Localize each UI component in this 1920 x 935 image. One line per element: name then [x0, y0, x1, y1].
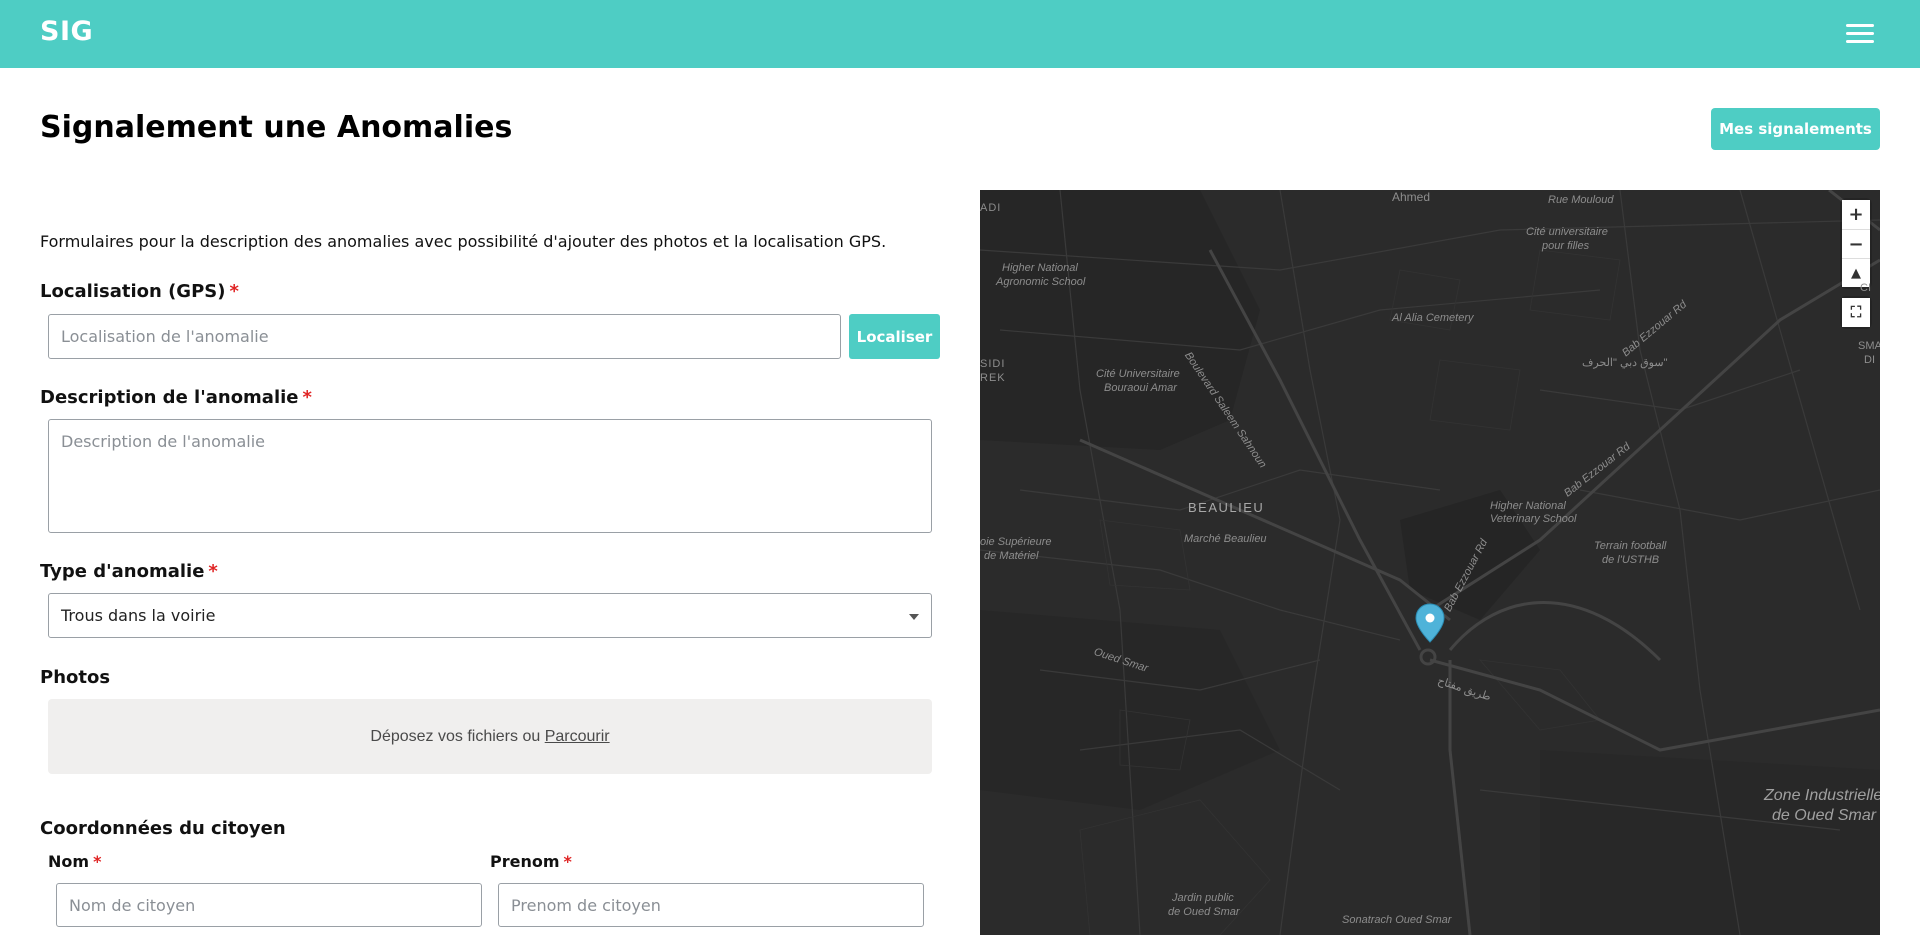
map-label: Jardin public	[1172, 892, 1234, 904]
prenom-input[interactable]	[498, 883, 924, 927]
map-label: Bouraoui Amar	[1104, 382, 1177, 394]
map-label: Marché Beaulieu	[1184, 533, 1267, 545]
map-label: Agronomic School	[996, 276, 1086, 288]
required-mark: *	[229, 281, 239, 302]
required-mark: *	[563, 852, 572, 871]
map-label: Rue Mouloud	[1548, 194, 1614, 206]
top-bar: SIG	[0, 0, 1920, 68]
map-label: de Oued Smar	[1772, 807, 1877, 824]
prenom-label: Prenom *	[490, 852, 572, 871]
map-label: de Matériel	[984, 550, 1039, 562]
description-label-text: Description de l'anomalie	[40, 387, 299, 408]
caret-down-icon	[909, 614, 919, 620]
map-label: سوق دبي "الحرف"	[1582, 357, 1668, 369]
nom-label-text: Nom	[48, 852, 90, 871]
hamburger-icon[interactable]	[1846, 24, 1874, 44]
map-label: DI	[1864, 354, 1875, 366]
map-label: oie Supérieure	[980, 536, 1052, 548]
map-roads	[980, 190, 1880, 935]
browse-link[interactable]: Parcourir	[545, 728, 610, 745]
required-mark: *	[93, 852, 102, 871]
required-mark: *	[302, 387, 312, 408]
map-label: Veterinary School	[1490, 513, 1577, 525]
prenom-label-text: Prenom	[490, 852, 560, 871]
map-label: SMAI	[1858, 340, 1880, 352]
map-label: de l'USTHB	[1602, 554, 1660, 566]
map-label: de Oued Smar	[1168, 906, 1240, 918]
map-label: Ahmed	[1392, 190, 1431, 204]
map-label: Cité universitaire	[1526, 226, 1608, 238]
description-label: Description de l'anomalie *	[40, 387, 312, 408]
zoom-out-button[interactable]: −	[1842, 229, 1870, 258]
map-label: BEAULIEU	[1188, 500, 1265, 515]
map-label: Zone Industrielle	[1764, 787, 1880, 804]
map-label: Cité Universitaire	[1096, 368, 1180, 380]
fullscreen-icon[interactable]: ⛶	[1842, 298, 1870, 327]
my-reports-button[interactable]: Mes signalements	[1711, 108, 1880, 150]
map-label: Terrain football	[1594, 540, 1667, 552]
map-view[interactable]: + − ▲ ⛶ Ahmed ADI Rue Mouloud Cité unive…	[980, 190, 1880, 935]
form-intro: Formulaires pour la description des anom…	[40, 232, 887, 251]
map-label: ADI	[980, 202, 1002, 214]
description-textarea[interactable]	[48, 419, 932, 533]
map-label: Higher National	[1002, 262, 1078, 274]
type-label: Type d'anomalie *	[40, 561, 218, 582]
map-label: CI	[1860, 282, 1871, 294]
map-label: REK	[980, 372, 1006, 384]
nom-input[interactable]	[56, 883, 482, 927]
photo-dropzone[interactable]: Déposez vos fichiers ou Parcourir	[48, 699, 932, 774]
map-label: Higher National	[1490, 500, 1566, 512]
brand-logo[interactable]: SIG	[40, 16, 93, 47]
dropzone-text: Déposez vos fichiers ou	[370, 728, 541, 745]
locate-button[interactable]: Localiser	[849, 314, 940, 359]
type-label-text: Type d'anomalie	[40, 561, 205, 582]
page-title: Signalement une Anomalies	[40, 110, 513, 145]
map-label: pour filles	[1542, 240, 1590, 252]
anomaly-type-select[interactable]: Trous dans la voirie	[48, 593, 932, 638]
dropzone-text-line: Déposez vos fichiers ou Parcourir	[48, 728, 932, 746]
required-mark: *	[208, 561, 218, 582]
map-label: Al Alia Cemetery	[1392, 312, 1474, 324]
map-label: SIDI	[980, 358, 1006, 370]
photos-label: Photos	[40, 667, 111, 688]
anomaly-type-value: Trous dans la voirie	[61, 606, 216, 625]
location-input[interactable]	[48, 314, 841, 359]
zoom-in-button[interactable]: +	[1842, 200, 1870, 229]
map-label: Sonatrach Oued Smar	[1342, 914, 1452, 926]
nom-label: Nom *	[48, 852, 101, 871]
zoom-control: + − ▲	[1842, 200, 1870, 287]
location-label-text: Localisation (GPS)	[40, 281, 226, 302]
citizen-section-title: Coordonnées du citoyen	[40, 818, 286, 839]
location-label: Localisation (GPS) *	[40, 281, 239, 302]
fullscreen-control: ⛶	[1842, 298, 1870, 327]
